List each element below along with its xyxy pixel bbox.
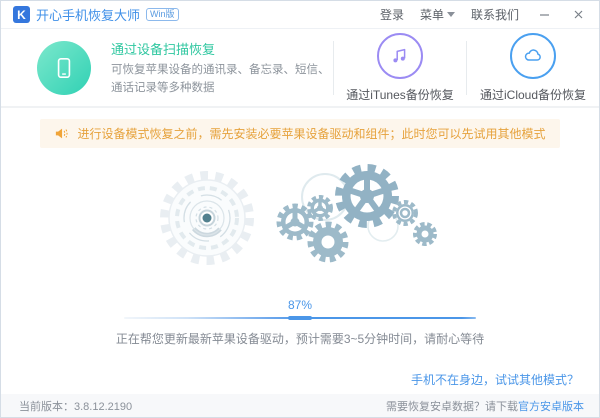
cloud-icon: [510, 33, 556, 79]
gears-illustration: [160, 164, 437, 265]
menu-label: 菜单: [419, 8, 444, 22]
app-window: K 开心手机恢复大师 Win版 登录 菜单 联系我们 通过设备扫描恢复 可恢复苹…: [0, 0, 600, 418]
notice-text: 进行设备模式恢复之前，需先安装必要苹果设备驱动和组件；此时您可以先试用其他模式: [77, 127, 546, 141]
close-button[interactable]: [569, 6, 587, 24]
tab-icloud-label: 通过iCloud备份恢复: [479, 88, 587, 102]
progress-bar: [124, 316, 476, 320]
win-version-badge: Win版: [146, 8, 179, 21]
version-text: 当前版本：3.8.12.2190: [19, 400, 133, 413]
contact-link[interactable]: 联系我们: [471, 6, 519, 23]
tab-device-title: 通过设备扫描恢复: [111, 41, 216, 57]
main-panel: 进行设备模式恢复之前，需先安装必要苹果设备驱动和组件；此时您可以先试用其他模式: [1, 108, 599, 394]
tab-icloud-backup[interactable]: 通过iCloud备份恢复: [467, 33, 599, 103]
minimize-button[interactable]: [535, 6, 553, 24]
tab-device-desc: 可恢复苹果设备的通讯录、备忘录、短信、通话记录等多种数据: [111, 63, 330, 94]
login-link[interactable]: 登录: [380, 6, 404, 23]
android-prompt: 需要恢复安卓数据？请下载: [386, 400, 518, 413]
progress-thumb: [288, 316, 312, 320]
android-download: 需要恢复安卓数据？请下载官方安卓版本: [386, 398, 584, 414]
app-logo-icon: K: [13, 6, 30, 23]
tab-device-scan[interactable]: 通过设备扫描恢复 可恢复苹果设备的通讯录、备忘录、短信、通话记录等多种数据: [1, 39, 333, 98]
menu-dropdown[interactable]: 菜单: [420, 6, 455, 23]
notice-bar: 进行设备模式恢复之前，需先安装必要苹果设备驱动和组件；此时您可以先试用其他模式: [40, 119, 560, 148]
other-mode-link[interactable]: 手机不在身边，试试其他模式？: [411, 371, 579, 388]
close-icon: [574, 10, 582, 19]
tab-itunes-backup[interactable]: 通过iTunes备份恢复: [334, 33, 466, 103]
tab-itunes-label: 通过iTunes备份恢复: [346, 88, 454, 102]
chevron-down-icon: [446, 12, 455, 17]
phone-icon: [37, 41, 91, 95]
footer-bar: 当前版本：3.8.12.2190 需要恢复安卓数据？请下载官方安卓版本: [1, 394, 599, 417]
music-note-icon: [377, 33, 423, 79]
title-bar: K 开心手机恢复大师 Win版 登录 菜单 联系我们: [1, 1, 599, 29]
progress-status: 正在帮您更新最新苹果设备驱动，预计需要3~5分钟时间，请耐心等待: [115, 332, 485, 346]
android-download-link[interactable]: 官方安卓版本: [518, 401, 584, 413]
app-title: 开心手机恢复大师: [36, 8, 141, 23]
minimize-icon: [539, 14, 549, 16]
megaphone-icon: [56, 128, 69, 139]
progress-percent: 87%: [287, 298, 313, 312]
recovery-mode-tabs: 通过设备扫描恢复 可恢复苹果设备的通讯录、备忘录、短信、通话记录等多种数据 通过…: [1, 30, 599, 108]
